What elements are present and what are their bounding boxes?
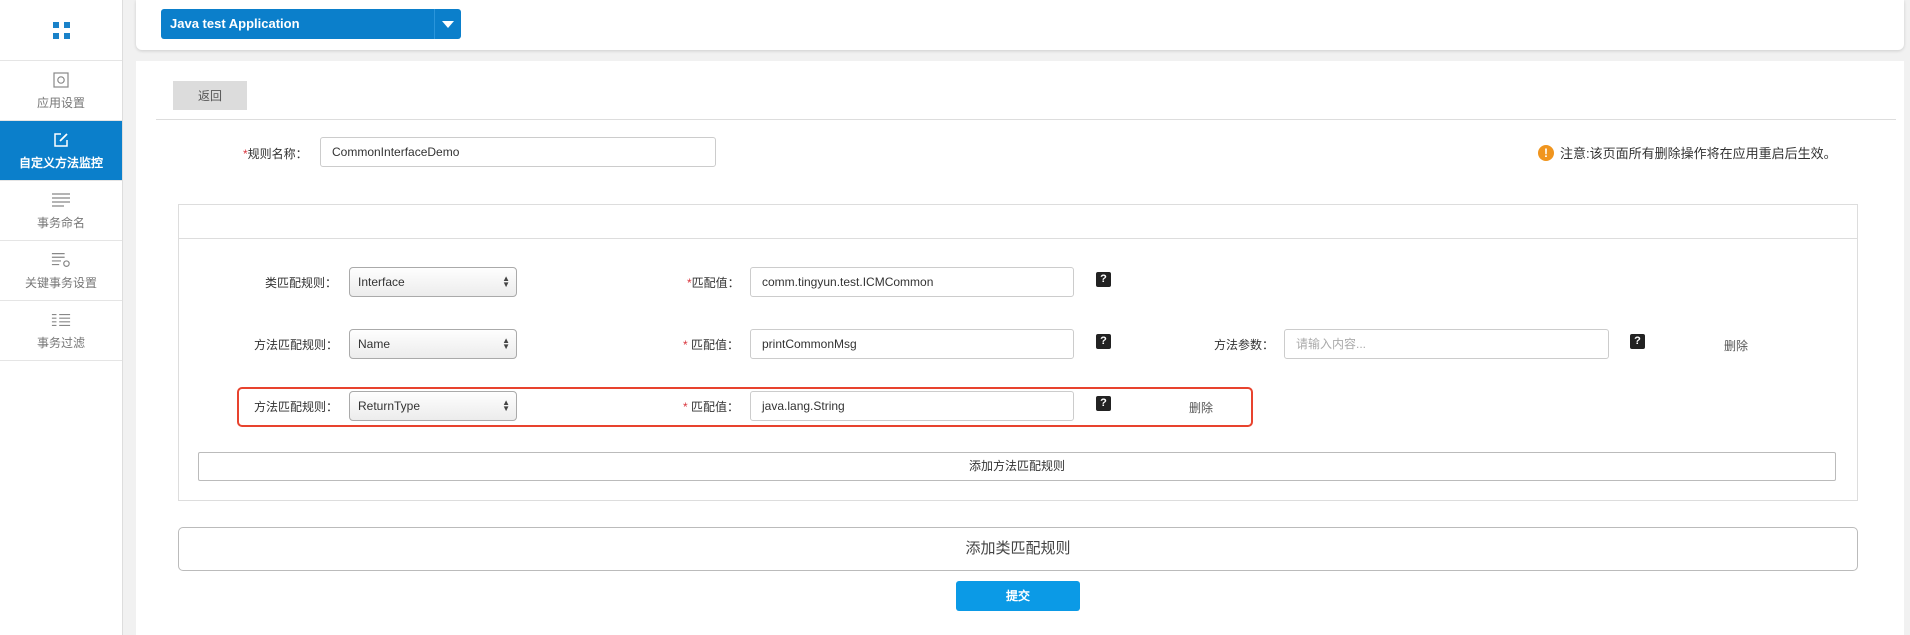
back-button[interactable]: 返回 bbox=[173, 81, 247, 110]
sidebar-item-transaction-filter[interactable]: 事务过滤 bbox=[0, 301, 122, 361]
add-class-rule-button[interactable]: 添加类匹配规则 bbox=[178, 527, 1858, 571]
delete-button[interactable]: 删除 bbox=[1724, 337, 1748, 354]
sidebar-item-label: 自定义方法监控 bbox=[18, 156, 103, 170]
delete-button[interactable]: 删除 bbox=[1189, 399, 1213, 416]
edit-icon bbox=[51, 130, 71, 150]
method-rule-label: 方法匹配规则： bbox=[254, 338, 339, 352]
method-match-label: * 匹配值： bbox=[683, 400, 740, 414]
top-bar: Java test Application bbox=[136, 0, 1904, 50]
class-rule-header bbox=[179, 205, 1857, 239]
method-rule-select-value: Name bbox=[358, 337, 391, 351]
divider bbox=[156, 119, 1896, 120]
sidebar-item-label: 应用设置 bbox=[36, 96, 85, 110]
sidebar-item-label: 事务命名 bbox=[36, 216, 85, 230]
method-rule-select[interactable]: Name ▲ ▼ bbox=[349, 329, 517, 359]
grid-icon bbox=[52, 21, 70, 39]
method-match-input[interactable]: printCommonMsg bbox=[750, 329, 1074, 359]
submit-button[interactable]: 提交 bbox=[956, 581, 1080, 611]
help-icon[interactable]: ? bbox=[1096, 396, 1111, 411]
sidebar-item-key-transaction-settings[interactable]: 关键事务设置 bbox=[0, 241, 122, 301]
notice: ! 注意:该页面所有删除操作将在应用重启后生效。 bbox=[1538, 143, 1837, 162]
list-icon bbox=[51, 190, 71, 210]
app-selector[interactable]: Java test Application bbox=[161, 9, 461, 39]
gear-icon bbox=[51, 70, 71, 90]
class-match-label: *匹配值： bbox=[687, 276, 740, 290]
rule-name-label: *规则名称： bbox=[243, 147, 308, 161]
add-method-rule-button[interactable]: 添加方法匹配规则 bbox=[198, 452, 1836, 481]
class-rule-select-value: Interface bbox=[358, 275, 405, 289]
method-rule-label: 方法匹配规则： bbox=[254, 400, 339, 414]
help-icon[interactable]: ? bbox=[1096, 272, 1111, 287]
sidebar-item-label: 关键事务设置 bbox=[24, 276, 97, 290]
class-rule-select[interactable]: Interface ▲ ▼ bbox=[349, 267, 517, 297]
class-rule-label: 类匹配规则： bbox=[265, 276, 338, 290]
sidebar-item-custom-method-monitor[interactable]: 自定义方法监控 bbox=[0, 121, 122, 181]
sidebar: 应用设置 自定义方法监控 事务命名 关键事务设置 事务过滤 bbox=[0, 0, 123, 635]
sidebar-item-app-settings[interactable]: 应用设置 bbox=[0, 61, 122, 121]
help-icon[interactable]: ? bbox=[1630, 334, 1645, 349]
filter-list-icon bbox=[51, 310, 71, 330]
notice-text: 注意:该页面所有删除操作将在应用重启后生效。 bbox=[1560, 146, 1837, 161]
select-arrows-icon: ▲ ▼ bbox=[502, 274, 510, 289]
warning-icon: ! bbox=[1538, 144, 1554, 161]
method-match-input[interactable]: java.lang.String bbox=[750, 391, 1074, 421]
chevron-down-icon[interactable] bbox=[434, 9, 461, 39]
sidebar-item-transaction-naming[interactable]: 事务命名 bbox=[0, 181, 122, 241]
method-params-label: 方法参数： bbox=[1214, 338, 1275, 352]
method-match-label: * 匹配值： bbox=[683, 338, 740, 352]
method-rule-select-value: ReturnType bbox=[358, 399, 421, 413]
class-match-input[interactable]: comm.tingyun.test.ICMCommon bbox=[750, 267, 1074, 297]
rule-name-input[interactable]: CommonInterfaceDemo bbox=[320, 137, 716, 167]
help-icon[interactable]: ? bbox=[1096, 334, 1111, 349]
list-settings-icon bbox=[51, 250, 71, 270]
sidebar-item-label: 事务过滤 bbox=[36, 336, 85, 350]
method-rule-select[interactable]: ReturnType ▲ ▼ bbox=[349, 391, 517, 421]
select-arrows-icon: ▲ ▼ bbox=[502, 398, 510, 413]
app-grid-button[interactable] bbox=[0, 0, 122, 61]
app-selector-value: Java test Application bbox=[170, 16, 300, 31]
select-arrows-icon: ▲ ▼ bbox=[502, 336, 510, 351]
method-params-input[interactable]: 请输入内容... bbox=[1284, 329, 1609, 359]
